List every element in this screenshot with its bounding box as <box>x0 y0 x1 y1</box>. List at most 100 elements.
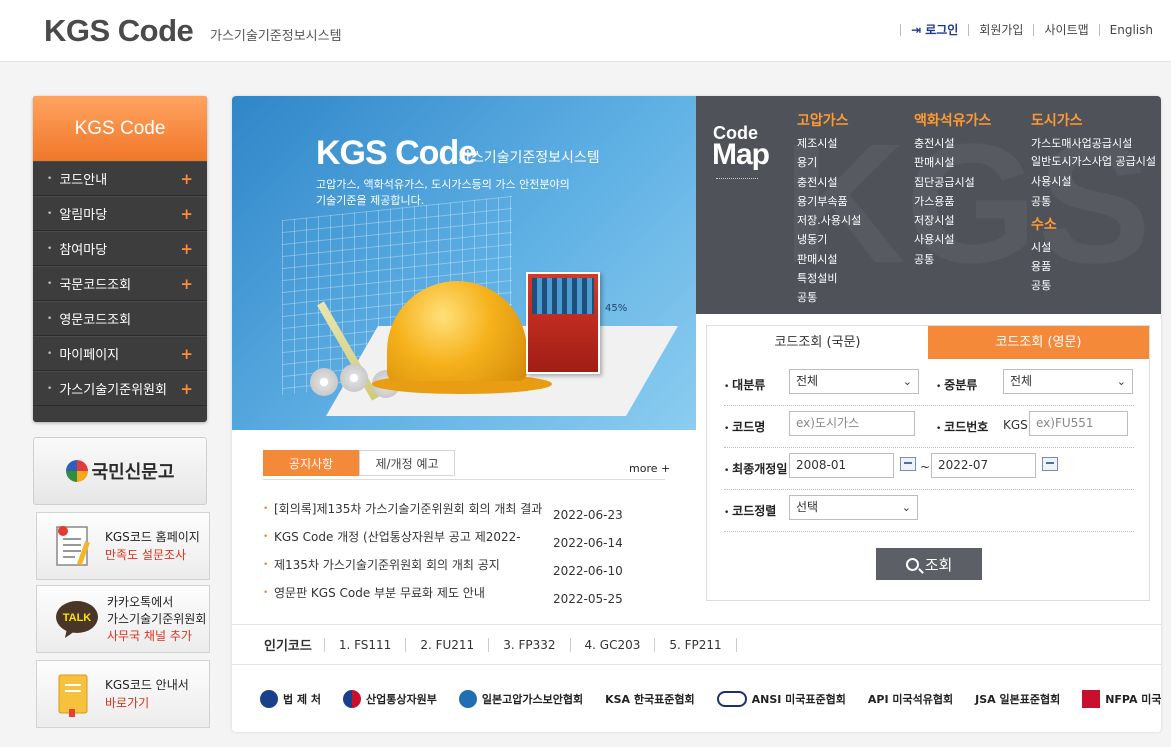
book-cover-pattern <box>532 278 594 314</box>
sidebar-item-label: 참여마당 <box>59 243 108 258</box>
notice-item[interactable]: • KGS Code 개정 (산업통상자원부 공고 제2022- 2022-06… <box>263 528 663 550</box>
divider <box>1098 23 1100 36</box>
org-name: 일본고압가스보안협회 <box>481 692 584 706</box>
date-to-input[interactable]: 2022-07 <box>931 453 1036 478</box>
code-map-link[interactable]: 용기부속품 <box>797 192 861 211</box>
code-map-link[interactable]: 공통 <box>914 250 991 269</box>
code-map-link[interactable]: 가스용품 <box>914 192 991 211</box>
english-link[interactable]: English <box>1110 23 1153 37</box>
code-map-link[interactable]: 냉동기 <box>797 230 861 249</box>
popular-code-link[interactable]: 5. FP211 <box>654 637 737 652</box>
code-map-link[interactable]: 판매시설 <box>797 250 861 269</box>
revision-date-row: 최종개정일 2008-01 ~ 2022-07 <box>724 448 1134 490</box>
ansi-logo-icon <box>716 690 747 707</box>
login-link[interactable]: ⇥ 로그인 <box>911 21 958 38</box>
sidebar-item-mypage[interactable]: • 마이페이지 + <box>33 336 207 371</box>
code-map-link[interactable]: 저장시설 <box>914 211 991 230</box>
code-map-link[interactable]: 충전시설 <box>914 134 991 153</box>
org-link-motie[interactable]: 산업통상자원부 <box>343 689 437 708</box>
code-map-link[interactable]: 공통 <box>1031 192 1156 211</box>
sidebar-item-participation[interactable]: • 참여마당 + <box>33 231 207 266</box>
code-name-input[interactable]: ex)도시가스 <box>789 411 915 436</box>
sitemap-link[interactable]: 사이트맵 <box>1044 21 1088 38</box>
calendar-icon[interactable] <box>1042 457 1058 471</box>
sidebar-title[interactable]: KGS Code <box>33 96 207 161</box>
code-map-link[interactable]: 공통 <box>797 288 861 307</box>
site-logo[interactable]: KGS Code <box>44 13 194 49</box>
sidebar-item-korean-code[interactable]: • 국문코드조회 + <box>33 266 207 301</box>
tab-notice[interactable]: 공지사항 <box>263 450 359 476</box>
sinmungo-banner[interactable]: 국민신문고 <box>33 437 207 505</box>
join-link[interactable]: 회원가입 <box>979 21 1023 38</box>
org-link-jsa[interactable]: JSA 일본표준협회 <box>975 691 1060 707</box>
code-number-input[interactable]: ex)FU551 <box>1029 411 1128 436</box>
guide-banner[interactable]: KGS코드 안내서 바로가기 <box>36 660 210 728</box>
code-name-label: 코드명 <box>724 418 765 435</box>
code-map-link[interactable]: 용기 <box>797 153 861 172</box>
sort-select[interactable]: 선택 ⌄ <box>789 495 918 520</box>
notice-title[interactable]: 제135차 가스기술기준위원회 회의 개최 공지 <box>274 556 550 573</box>
code-map-link[interactable]: 충전시설 <box>797 173 861 192</box>
code-map-heading[interactable]: 수소 <box>1031 214 1156 234</box>
notice-item[interactable]: • 영문판 KGS Code 부분 무료화 제도 안내 2022-05-25 <box>263 584 663 606</box>
popular-code-link[interactable]: 1. FS111 <box>323 637 405 652</box>
login-label: 로그인 <box>925 23 959 37</box>
code-map-link[interactable]: 공통 <box>1031 276 1156 295</box>
date-tilde: ~ <box>920 460 931 474</box>
tab-english-search[interactable]: 코드조회 (영문) <box>928 326 1149 359</box>
sidebar-item-notice[interactable]: • 알림마당 + <box>33 196 207 231</box>
code-map-heading[interactable]: 고압가스 <box>797 110 861 130</box>
popular-code-link[interactable]: 3. FP332 <box>488 637 569 652</box>
category-select[interactable]: 전체 ⌄ <box>789 369 919 394</box>
sidebar-item-english-code[interactable]: • 영문코드조회 <box>33 301 207 336</box>
calendar-icon[interactable] <box>900 457 916 471</box>
popular-code-link[interactable]: 2. FU211 <box>405 637 488 652</box>
org-link-ksa[interactable]: KSA 한국표준협회 <box>605 691 695 707</box>
code-map-link[interactable]: 용품 <box>1031 257 1156 276</box>
code-map-link[interactable]: 사용시설 <box>914 230 991 249</box>
code-map-heading[interactable]: 도시가스 <box>1031 110 1156 130</box>
code-map-link[interactable]: 저장.사용시설 <box>797 211 861 230</box>
org-link-khk[interactable]: 일본고압가스보안협회 <box>458 689 584 708</box>
sidebar-item-committee[interactable]: • 가스기술기준위원회 + <box>33 371 207 406</box>
survey-banner[interactable]: KGS코드 홈페이지 만족도 설문조사 <box>36 512 210 580</box>
org-link-api[interactable]: API 미국석유협회 <box>868 691 953 707</box>
notice-title[interactable]: [회의록]제135차 가스기술기준위원회 회의 개최 결과 <box>274 500 550 517</box>
code-book-graphic <box>526 272 600 374</box>
more-link[interactable]: more + <box>629 462 670 475</box>
nfpa-logo-icon <box>1082 689 1101 708</box>
code-map-link[interactable]: 판매시설 <box>914 153 991 172</box>
code-map-link[interactable]: 사용시설 <box>1031 172 1156 191</box>
category-value: 전체 <box>796 374 819 388</box>
plus-icon: + <box>180 204 193 223</box>
date-from-input[interactable]: 2008-01 <box>789 453 894 478</box>
code-map-link[interactable]: 특정설비 <box>797 269 861 288</box>
org-link-nfpa[interactable]: NFPA 미국방재협회 <box>1082 689 1161 708</box>
search-icon <box>905 557 919 571</box>
popular-code-link[interactable]: 4. GC203 <box>569 637 655 652</box>
kakao-line3: 사무국 채널 추가 <box>107 628 192 643</box>
org-link-ansi[interactable]: ANSI 미국표준협회 <box>716 690 846 707</box>
code-map-heading[interactable]: 액화석유가스 <box>914 110 991 130</box>
code-map-link[interactable]: 제조시설 <box>797 134 861 153</box>
code-map-link[interactable]: 집단공급시설 <box>914 173 991 192</box>
bullet-icon: • <box>47 383 53 394</box>
code-map-link[interactable]: 일반도시가스사업 공급시설 <box>1031 153 1156 172</box>
kakao-banner[interactable]: TALK 카카오톡에서 가스기술기준위원회 사무국 채널 추가 <box>36 585 210 653</box>
code-map-link[interactable]: 가스도매사업공급시설 <box>1031 134 1156 153</box>
tab-korean-search[interactable]: 코드조회 (국문) <box>707 326 928 359</box>
org-link-moleg[interactable]: 법 제 처 <box>260 689 321 708</box>
sidebar-item-code-guide[interactable]: • 코드안내 + <box>33 161 207 196</box>
code-map-link[interactable]: 시설 <box>1031 238 1156 257</box>
notice-item[interactable]: • [회의록]제135차 가스기술기준위원회 회의 개최 결과 2022-06-… <box>263 500 663 522</box>
notice-title[interactable]: 영문판 KGS Code 부분 무료화 제도 안내 <box>274 584 550 601</box>
search-button[interactable]: 조회 <box>876 548 982 580</box>
visual-desc-line1: 고압가스, 액화석유가스, 도시가스등의 가스 안전분야의 <box>316 178 570 191</box>
tab-revision-notice[interactable]: 제/개정 예고 <box>359 450 455 476</box>
notice-title[interactable]: KGS Code 개정 (산업통상자원부 공고 제2022- <box>274 528 550 545</box>
category-label: 대분류 <box>724 376 765 393</box>
visual-subtitle: 가스기술기준정보시스템 <box>458 150 600 166</box>
notice-item[interactable]: • 제135차 가스기술기준위원회 회의 개최 공지 2022-06-10 <box>263 556 663 578</box>
subcategory-select[interactable]: 전체 ⌄ <box>1003 369 1133 394</box>
search-tabs: 코드조회 (국문) 코드조회 (영문) <box>707 326 1149 359</box>
